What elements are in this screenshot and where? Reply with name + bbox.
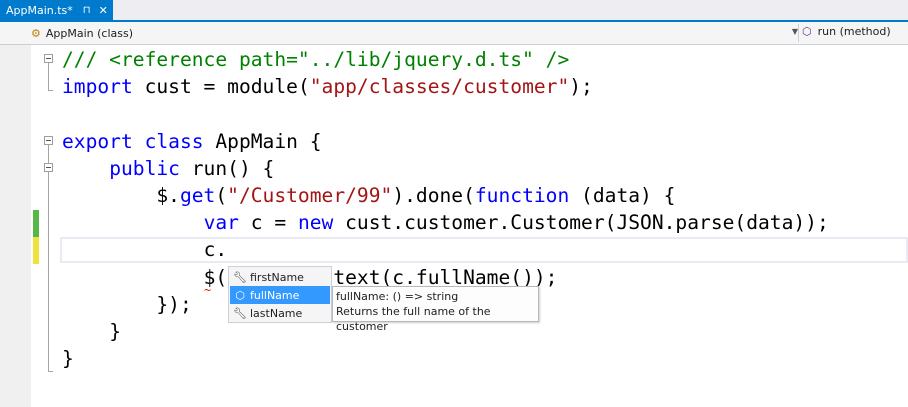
member-dropdown[interactable]: ⬡ run (method) bbox=[802, 25, 891, 38]
code-line: import cust = module("app/classes/custom… bbox=[62, 75, 593, 98]
class-icon: ⚙ bbox=[31, 26, 41, 40]
outline-line bbox=[48, 145, 49, 372]
quick-info-tooltip: fullName: () => string Returns the full … bbox=[332, 286, 539, 333]
method-icon: ⬡ bbox=[802, 25, 812, 38]
code-line: }); bbox=[156, 293, 192, 316]
member-dropdown-label: run (method) bbox=[817, 25, 891, 38]
outline-tick bbox=[48, 371, 53, 372]
code-line: $.get("/Customer/99").done(function (dat… bbox=[156, 184, 676, 207]
property-icon: 🔧︎ bbox=[233, 270, 247, 284]
tooltip-signature: fullName: () => string bbox=[336, 290, 459, 303]
code-line: var c = new cust.customer.Customer(JSON.… bbox=[203, 211, 829, 234]
outline-line bbox=[48, 63, 49, 91]
close-icon[interactable]: ✕ bbox=[99, 4, 108, 17]
type-dropdown[interactable]: ⚙ AppMain (class) ▼ bbox=[31, 25, 798, 41]
completion-item-fullname[interactable]: ⬡ fullName bbox=[230, 286, 330, 304]
code-line: export class AppMain { bbox=[62, 130, 322, 153]
completion-item-lastname[interactable]: 🔧︎ lastName bbox=[230, 304, 330, 322]
code-line: /// <reference path="../lib/jquery.d.ts"… bbox=[62, 48, 570, 71]
unsaved-change-marker bbox=[33, 237, 39, 264]
saved-change-marker bbox=[33, 210, 39, 237]
outlining-margin bbox=[40, 45, 60, 407]
property-icon: 🔧︎ bbox=[233, 306, 247, 320]
outline-tick bbox=[48, 90, 53, 91]
indicator-margin bbox=[0, 45, 31, 407]
code-line: } bbox=[109, 320, 121, 343]
code-line: } bbox=[62, 347, 74, 370]
tooltip-description: Returns the full name of the customer bbox=[336, 305, 491, 333]
navbar-divider bbox=[798, 24, 799, 42]
code-line: public run() { bbox=[109, 157, 275, 180]
tab-title: AppMain.ts* bbox=[6, 3, 73, 17]
pin-icon[interactable]: ⊓ bbox=[83, 5, 91, 16]
code-line-current: c. bbox=[203, 238, 228, 261]
collapse-icon[interactable] bbox=[44, 163, 53, 172]
collapse-icon[interactable] bbox=[44, 54, 53, 63]
navigation-bar: ⚙ AppMain (class) ▼ ⬡ run (method) bbox=[0, 22, 908, 45]
completion-list[interactable]: 🔧︎ firstName ⬡ fullName 🔧︎ lastName bbox=[228, 266, 332, 323]
method-icon: ⬡ bbox=[235, 288, 245, 302]
type-dropdown-label: AppMain (class) bbox=[45, 26, 134, 40]
document-tab-strip: AppMain.ts* ⊓ ✕ bbox=[0, 0, 908, 22]
completion-item-firstname[interactable]: 🔧︎ firstName bbox=[230, 268, 330, 286]
tab-appmain[interactable]: AppMain.ts* ⊓ ✕ bbox=[0, 0, 113, 20]
collapse-icon[interactable] bbox=[44, 136, 53, 145]
error-squiggle: ~ bbox=[204, 283, 212, 297]
